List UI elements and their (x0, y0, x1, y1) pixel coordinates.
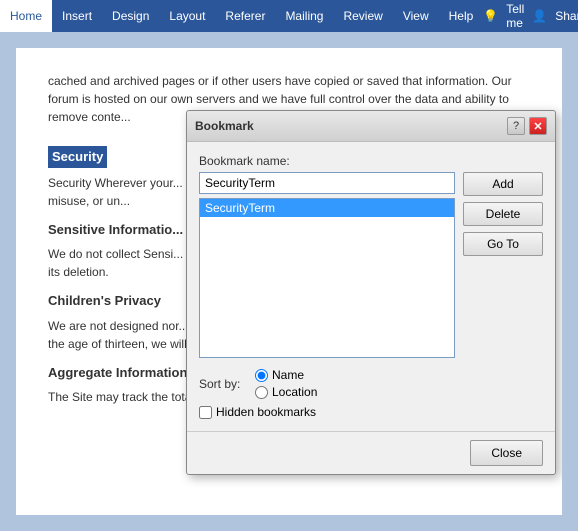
sort-location-option[interactable]: Location (255, 385, 317, 399)
dialog-content: SecurityTerm Add Delete Go To (199, 172, 543, 358)
tab-design[interactable]: Design (102, 0, 159, 32)
dialog-close-x-button[interactable]: ✕ (529, 117, 547, 135)
tab-insert[interactable]: Insert (52, 0, 102, 32)
sort-name-label: Name (272, 368, 304, 382)
hidden-bookmarks-checkbox[interactable] (199, 406, 212, 419)
add-button[interactable]: Add (463, 172, 543, 196)
dialog-titlebar: Bookmark ? ✕ (187, 111, 555, 142)
hidden-bookmarks-option[interactable]: Hidden bookmarks (199, 405, 543, 419)
delete-button[interactable]: Delete (463, 202, 543, 226)
bookmark-list-item[interactable]: SecurityTerm (200, 199, 454, 217)
sort-row: Sort by: Name Location (199, 368, 543, 399)
lightbulb-icon: 💡 (483, 9, 498, 23)
bookmark-dialog: Bookmark ? ✕ Bookmark name: SecurityTerm (186, 110, 556, 475)
sort-section: Sort by: Name Location (199, 368, 543, 419)
go-to-button[interactable]: Go To (463, 232, 543, 256)
sort-location-label: Location (272, 385, 317, 399)
dialog-left-panel: SecurityTerm (199, 172, 455, 358)
tab-help[interactable]: Help (439, 0, 484, 32)
tab-home[interactable]: Home (0, 0, 52, 32)
dialog-footer: Close (187, 431, 555, 474)
person-icon: 👤 (532, 9, 547, 23)
ribbon: Home Insert Design Layout Referer Mailin… (0, 0, 578, 32)
dialog-overlay: Bookmark ? ✕ Bookmark name: SecurityTerm (16, 48, 562, 515)
tab-referer[interactable]: Referer (215, 0, 275, 32)
bookmark-name-input[interactable] (199, 172, 455, 194)
share-button[interactable]: Share (555, 9, 578, 23)
dialog-body: Bookmark name: SecurityTerm Add Delete G… (187, 142, 555, 431)
bookmark-list[interactable]: SecurityTerm (199, 198, 455, 358)
dialog-controls: ? ✕ (507, 117, 547, 135)
dialog-help-button[interactable]: ? (507, 117, 525, 135)
sort-name-radio[interactable] (255, 369, 268, 382)
hidden-bookmarks-label: Hidden bookmarks (216, 405, 316, 419)
sort-by-label: Sort by: (199, 377, 249, 391)
close-button[interactable]: Close (470, 440, 543, 466)
sort-location-radio[interactable] (255, 386, 268, 399)
tab-layout[interactable]: Layout (159, 0, 215, 32)
bookmark-name-label: Bookmark name: (199, 154, 543, 168)
tab-view[interactable]: View (393, 0, 439, 32)
tab-mailing[interactable]: Mailing (275, 0, 333, 32)
ribbon-right: 💡 Tell me 👤 Share (483, 2, 578, 30)
tab-review[interactable]: Review (333, 0, 392, 32)
sort-name-option[interactable]: Name (255, 368, 317, 382)
document-page: cached and archived pages or if other us… (16, 48, 562, 515)
radio-group: Name Location (255, 368, 317, 399)
tell-me-button[interactable]: Tell me (506, 2, 524, 30)
dialog-right-panel: Add Delete Go To (463, 172, 543, 358)
document-area: cached and archived pages or if other us… (0, 32, 578, 531)
dialog-title: Bookmark (195, 119, 254, 133)
